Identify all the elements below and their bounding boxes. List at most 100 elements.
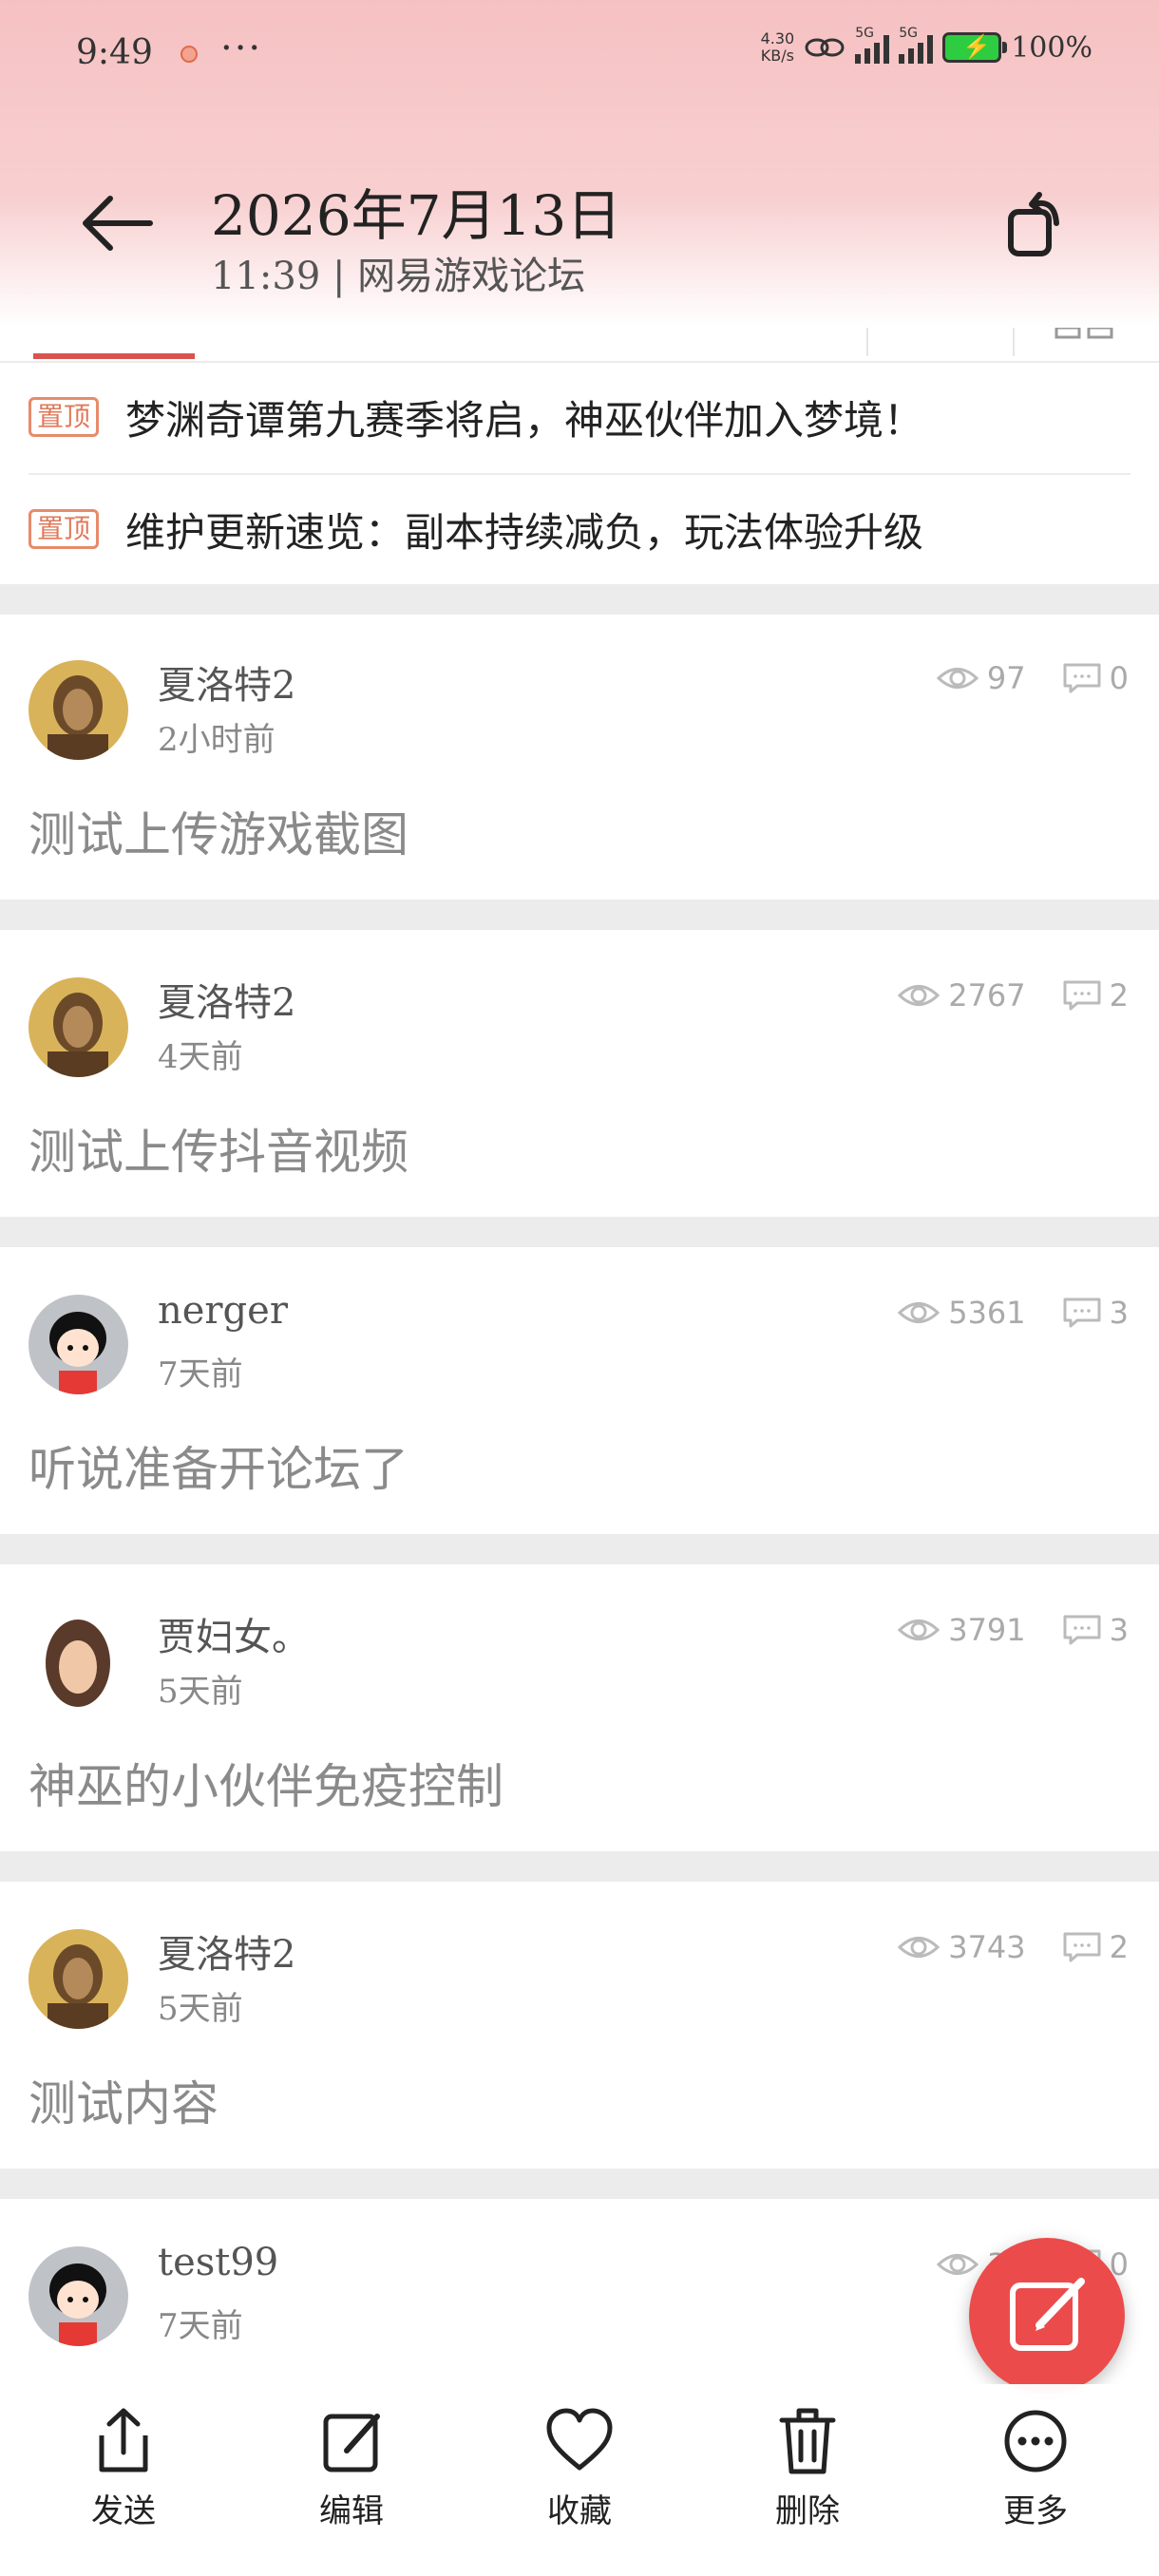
pinned-item[interactable]: 置顶 维护更新速览：副本持续减负，玩法体验升级 bbox=[28, 473, 1130, 585]
section-gap bbox=[0, 1217, 1159, 1247]
avatar[interactable] bbox=[28, 1929, 128, 2029]
post-author[interactable]: nerger bbox=[158, 1289, 288, 1333]
pinned-item[interactable]: 置顶 梦渊奇谭第九赛季将启，神巫伙伴加入梦境！ bbox=[28, 361, 1130, 475]
eye-icon bbox=[898, 985, 940, 1006]
comment-icon bbox=[1063, 1297, 1101, 1328]
avatar[interactable] bbox=[28, 977, 128, 1077]
post-title[interactable]: 测试内容 bbox=[28, 2066, 218, 2134]
avatar[interactable] bbox=[28, 1295, 128, 1394]
section-gap bbox=[0, 584, 1159, 615]
post-time: 7天前 bbox=[158, 1355, 243, 1393]
pinned-title: 梦渊奇谭第九赛季将启，神巫伙伴加入梦境！ bbox=[125, 396, 924, 444]
post-time: 4天前 bbox=[158, 1038, 243, 1076]
post-card[interactable]: nerger 7天前 5361 3 听说准备开论坛了 bbox=[0, 1249, 1159, 1534]
network-speed-value: 4.30 bbox=[760, 29, 795, 47]
signal-label: 5G bbox=[899, 26, 918, 41]
edit-button[interactable]: 编辑 bbox=[285, 2403, 418, 2531]
pinned-badge: 置顶 bbox=[28, 509, 100, 549]
comment-icon bbox=[1063, 1932, 1101, 1962]
post-stats: 3791 3 bbox=[897, 1612, 1129, 1648]
section-gap bbox=[0, 1851, 1159, 1882]
battery-percentage: 100% bbox=[1011, 30, 1092, 65]
favorite-label: 收藏 bbox=[547, 2492, 612, 2530]
comment-count: 3 bbox=[1109, 1612, 1129, 1648]
post-title[interactable]: 测试上传抖音视频 bbox=[28, 1114, 408, 1183]
post-title[interactable]: 神巫的小伙伴免疫控制 bbox=[28, 1749, 504, 1817]
section-gap bbox=[0, 2169, 1159, 2199]
comment-icon bbox=[1063, 663, 1101, 693]
send-button[interactable]: 发送 bbox=[57, 2403, 190, 2531]
tab-divider bbox=[1013, 328, 1015, 356]
post-card[interactable]: 贾妇女。 5天前 3791 3 神巫的小伙伴免疫控制 bbox=[0, 1566, 1159, 1851]
active-tab-indicator bbox=[33, 353, 195, 359]
page-subtitle: 11:39 | 网易游戏论坛 bbox=[211, 255, 586, 298]
grid-icon[interactable] bbox=[1054, 328, 1115, 341]
avatar[interactable] bbox=[28, 660, 128, 760]
post-stats: 3743 2 bbox=[897, 1929, 1129, 1965]
link-icon bbox=[805, 38, 845, 57]
post-author[interactable]: test99 bbox=[158, 2241, 278, 2284]
more-label: 更多 bbox=[1003, 2492, 1068, 2530]
post-author[interactable]: 夏洛特2 bbox=[158, 654, 295, 710]
edit-label: 编辑 bbox=[319, 2492, 384, 2530]
comment-count: 2 bbox=[1109, 977, 1129, 1013]
status-indicators: 4.30 KB/s 5G 5G ⚡ 100% bbox=[761, 26, 1092, 65]
delete-label: 删除 bbox=[775, 2492, 840, 2530]
comment-count: 3 bbox=[1109, 1295, 1129, 1331]
post-time: 7天前 bbox=[158, 2307, 243, 2345]
eye-icon bbox=[898, 1619, 940, 1640]
avatar[interactable] bbox=[28, 1612, 128, 1712]
back-arrow-icon[interactable] bbox=[74, 185, 160, 261]
send-label: 发送 bbox=[91, 2492, 156, 2530]
network-speed: 4.30 KB/s bbox=[761, 30, 795, 65]
eye-icon bbox=[898, 1302, 940, 1323]
view-count: 3791 bbox=[948, 1612, 1026, 1648]
view-count: 5361 bbox=[948, 1295, 1026, 1331]
view-count: 2767 bbox=[948, 977, 1026, 1013]
favorite-button[interactable]: 收藏 bbox=[513, 2403, 646, 2531]
post-title[interactable]: 测试上传游戏截图 bbox=[28, 797, 408, 865]
delete-button[interactable]: 删除 bbox=[741, 2403, 874, 2531]
comment-icon bbox=[1063, 980, 1101, 1011]
edit-icon bbox=[323, 2414, 380, 2472]
more-button[interactable]: 更多 bbox=[969, 2403, 1102, 2531]
post-time: 5天前 bbox=[158, 1990, 243, 2028]
rotate-icon[interactable] bbox=[998, 185, 1074, 261]
compose-icon bbox=[1010, 2278, 1085, 2351]
post-card[interactable]: 夏洛特2 2小时前 97 0 测试上传游戏截图 bbox=[0, 615, 1159, 900]
new-post-button[interactable] bbox=[969, 2238, 1125, 2394]
pinned-badge: 置顶 bbox=[28, 397, 100, 437]
page-title: 2026年7月13日 bbox=[211, 183, 622, 248]
avatar[interactable] bbox=[28, 2246, 128, 2346]
trash-icon bbox=[779, 2408, 836, 2474]
view-count: 3743 bbox=[948, 1929, 1026, 1965]
signal-label: 5G bbox=[855, 26, 874, 41]
post-stats: 2767 2 bbox=[897, 977, 1129, 1013]
network-speed-unit: KB/s bbox=[760, 47, 794, 65]
pinned-title: 维护更新速览：副本持续减负，玩法体验升级 bbox=[125, 508, 924, 556]
more-icon bbox=[1004, 2410, 1067, 2472]
more-notifications-icon: ··· bbox=[220, 27, 263, 70]
post-time: 2小时前 bbox=[158, 721, 276, 759]
post-stats: 5361 3 bbox=[897, 1295, 1129, 1331]
section-gap bbox=[0, 1534, 1159, 1564]
notification-app-icon bbox=[180, 46, 198, 63]
eye-icon bbox=[936, 668, 979, 689]
post-card[interactable]: 夏洛特2 5天前 3743 2 测试内容 bbox=[0, 1884, 1159, 2169]
post-author[interactable]: 夏洛特2 bbox=[158, 1923, 295, 1979]
post-author[interactable]: 夏洛特2 bbox=[158, 972, 295, 1027]
post-author[interactable]: 贾妇女。 bbox=[158, 1606, 310, 1661]
post-card[interactable]: 夏洛特2 4天前 2767 2 测试上传抖音视频 bbox=[0, 932, 1159, 1217]
view-count: 97 bbox=[986, 660, 1026, 696]
section-gap bbox=[0, 900, 1159, 930]
status-time: 9:49 bbox=[76, 33, 153, 72]
comment-count: 0 bbox=[1109, 660, 1129, 696]
comment-icon bbox=[1063, 1615, 1101, 1645]
post-stats: 97 0 bbox=[936, 660, 1129, 696]
post-time: 5天前 bbox=[158, 1673, 243, 1711]
signal-icon: 5G bbox=[855, 26, 890, 64]
tab-divider bbox=[866, 328, 868, 356]
eye-icon bbox=[898, 1937, 940, 1958]
signal-icon: 5G bbox=[899, 26, 934, 64]
post-title[interactable]: 听说准备开论坛了 bbox=[28, 1431, 408, 1500]
